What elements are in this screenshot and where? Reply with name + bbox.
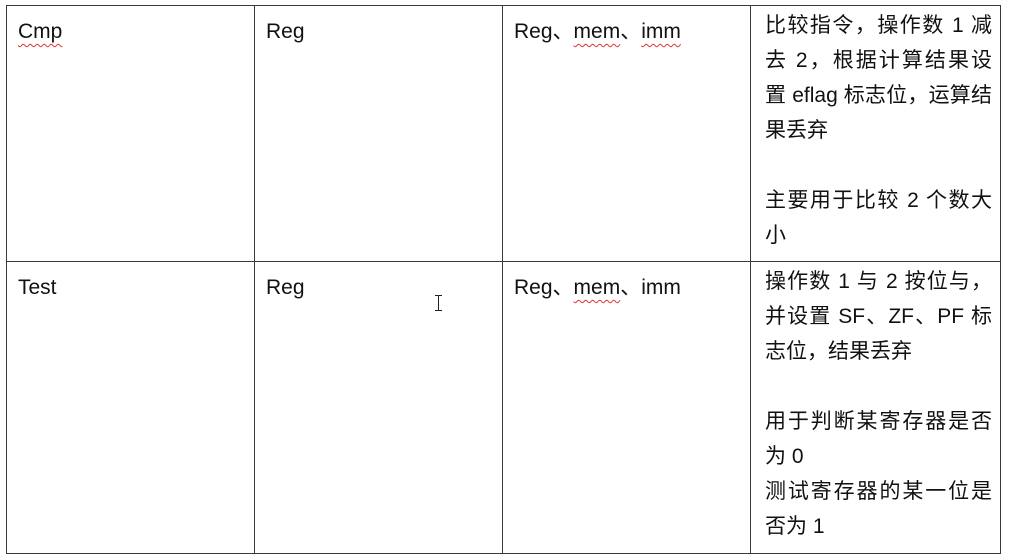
- instruction-table: Cmp Reg Reg、mem、imm 比较指令，操作数 1 减去 2，根据计算…: [6, 5, 1001, 554]
- operand2-separator: 、: [620, 20, 642, 43]
- operand2-separator: 、: [620, 276, 642, 299]
- description-paragraph: 测试寄存器的某一位是否为 1: [765, 480, 992, 538]
- cell-operand2[interactable]: Reg、mem、imm: [502, 261, 751, 554]
- operand2-separator: 、: [552, 276, 574, 299]
- operand1-text: Reg: [266, 276, 305, 299]
- table-row-cmp: Cmp Reg Reg、mem、imm 比较指令，操作数 1 减去 2，根据计算…: [6, 5, 1001, 262]
- cell-operand1[interactable]: Reg: [254, 5, 503, 262]
- cell-operand2[interactable]: Reg、mem、imm: [502, 5, 751, 262]
- table-row-test: Test Reg Reg、mem、imm 操作数 1 与 2 按位与，并设置 S…: [6, 261, 1001, 554]
- cell-operand1[interactable]: Reg: [254, 261, 503, 554]
- operand2-reg: Reg: [514, 20, 553, 43]
- instruction-name: Cmp: [18, 20, 63, 43]
- operand2-mem: mem: [573, 276, 621, 299]
- text-cursor-icon: [434, 294, 443, 312]
- description-paragraph: 主要用于比较 2 个数大小: [765, 189, 992, 247]
- operand2-mem: mem: [573, 20, 621, 43]
- operand2-reg: Reg: [514, 276, 553, 299]
- description-paragraph: 比较指令，操作数 1 减去 2，根据计算结果设置 eflag 标志位，运算结果丢…: [765, 14, 992, 142]
- operand2-imm: imm: [641, 20, 681, 43]
- cell-instruction[interactable]: Test: [6, 261, 255, 554]
- operand2-imm: imm: [641, 276, 681, 299]
- description-paragraph: 用于判断某寄存器是否为 0: [765, 410, 992, 468]
- cell-description[interactable]: 比较指令，操作数 1 减去 2，根据计算结果设置 eflag 标志位，运算结果丢…: [750, 5, 1001, 262]
- description-paragraph: 操作数 1 与 2 按位与，并设置 SF、ZF、PF 标志位，结果丢弃: [765, 270, 992, 363]
- instruction-name: Test: [18, 276, 57, 299]
- cell-description[interactable]: 操作数 1 与 2 按位与，并设置 SF、ZF、PF 标志位，结果丢弃 用于判断…: [750, 261, 1001, 554]
- operand2-separator: 、: [552, 20, 574, 43]
- operand1-text: Reg: [266, 20, 305, 43]
- cell-instruction[interactable]: Cmp: [6, 5, 255, 262]
